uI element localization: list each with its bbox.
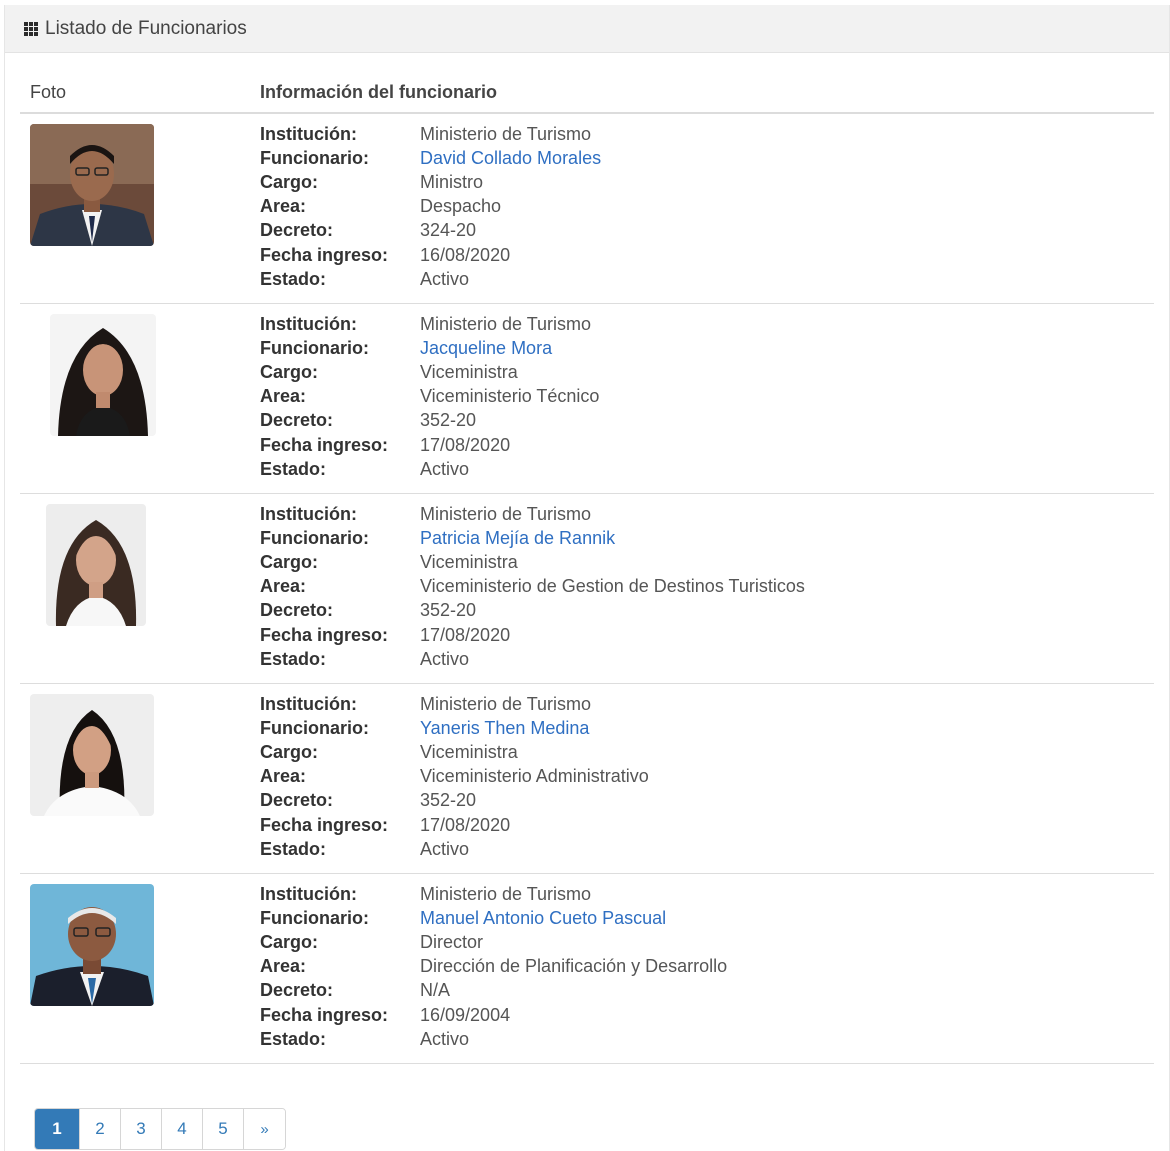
official-info: Institución: Ministerio de Turismo Funcio… xyxy=(260,882,727,1051)
official-info: Institución: Ministerio de Turismo Funcio… xyxy=(260,312,599,481)
official-info: Institución: Ministerio de Turismo Funcio… xyxy=(260,122,601,291)
official-name-link[interactable]: Yaneris Then Medina xyxy=(420,718,589,739)
label-cargo: Cargo: xyxy=(260,171,318,192)
panel-title: Listado de Funcionarios xyxy=(45,17,247,39)
page-3-button[interactable]: 3 xyxy=(120,1109,161,1149)
label-fecha: Fecha ingreso: xyxy=(260,1004,389,1025)
value-decreto: N/A xyxy=(420,980,451,1001)
table-row: Institución: Ministerio de Turismo Funcio… xyxy=(20,684,1154,874)
value-institucion: Ministerio de Turismo xyxy=(420,693,592,714)
label-institucion: Institución: xyxy=(260,693,357,714)
label-decreto: Decreto: xyxy=(260,790,334,811)
label-institucion: Institución: xyxy=(260,883,357,904)
label-fecha: Fecha ingreso: xyxy=(260,434,389,455)
official-name-link[interactable]: David Collado Morales xyxy=(420,148,601,169)
label-area: Area: xyxy=(260,576,307,597)
table-row: Institución: Ministerio de Turismo Funcio… xyxy=(20,114,1154,304)
label-fecha: Fecha ingreso: xyxy=(260,624,389,645)
page-5-button[interactable]: 5 xyxy=(202,1109,243,1149)
value-fecha: 17/08/2020 xyxy=(420,814,511,835)
value-estado: Activo xyxy=(420,838,470,859)
label-funcionario: Funcionario: xyxy=(260,717,369,738)
value-institucion: Ministerio de Turismo xyxy=(420,503,592,524)
official-info: Institución: Ministerio de Turismo Funcio… xyxy=(260,692,649,861)
official-photo xyxy=(30,694,154,816)
label-decreto: Decreto: xyxy=(260,600,334,621)
table-row: Institución: Ministerio de Turismo Funcio… xyxy=(20,494,1154,684)
label-cargo: Cargo: xyxy=(260,361,318,382)
official-name-link[interactable]: Patricia Mejía de Rannik xyxy=(420,528,615,549)
next-page-button[interactable]: » xyxy=(243,1109,285,1149)
value-area: Viceministerio de Gestion de Destinos Tu… xyxy=(420,576,805,597)
value-cargo: Viceministra xyxy=(420,741,518,762)
official-photo xyxy=(46,504,146,626)
label-cargo: Cargo: xyxy=(260,931,318,952)
label-area: Area: xyxy=(260,766,307,787)
value-decreto: 352-20 xyxy=(420,790,477,811)
label-funcionario: Funcionario: xyxy=(260,527,369,548)
label-funcionario: Funcionario: xyxy=(260,147,369,168)
pagination: 1 2 3 4 5 » xyxy=(34,1108,286,1150)
value-cargo: Ministro xyxy=(420,171,484,192)
label-area: Area: xyxy=(260,386,307,407)
official-photo xyxy=(30,884,154,1006)
official-photo xyxy=(30,124,154,246)
value-institucion: Ministerio de Turismo xyxy=(420,883,592,904)
value-fecha: 17/08/2020 xyxy=(420,434,511,455)
label-estado: Estado: xyxy=(260,838,327,859)
label-fecha: Fecha ingreso: xyxy=(260,814,389,835)
value-cargo: Viceministra xyxy=(420,361,518,382)
label-fecha: Fecha ingreso: xyxy=(260,244,389,265)
page-2-button[interactable]: 2 xyxy=(79,1109,120,1149)
label-decreto: Decreto: xyxy=(260,220,334,241)
label-funcionario: Funcionario: xyxy=(260,337,369,358)
label-decreto: Decreto: xyxy=(260,980,334,1001)
funcionarios-table: Foto Información del funcionario Institu… xyxy=(20,68,1154,1064)
value-cargo: Viceministra xyxy=(420,551,518,572)
label-cargo: Cargo: xyxy=(260,741,318,762)
table-row: Institución: Ministerio de Turismo Funcio… xyxy=(20,304,1154,494)
value-estado: Activo xyxy=(420,268,470,289)
column-header-foto: Foto xyxy=(30,82,67,102)
page-4-button[interactable]: 4 xyxy=(161,1109,202,1149)
value-estado: Activo xyxy=(420,458,470,479)
value-fecha: 16/08/2020 xyxy=(420,244,511,265)
grid-icon xyxy=(24,21,38,36)
table-row: Institución: Ministerio de Turismo Funcio… xyxy=(20,874,1154,1064)
label-institucion: Institución: xyxy=(260,503,357,524)
label-estado: Estado: xyxy=(260,648,327,669)
label-cargo: Cargo: xyxy=(260,551,318,572)
value-area: Despacho xyxy=(420,196,502,217)
label-area: Area: xyxy=(260,196,307,217)
panel-heading: Listado de Funcionarios xyxy=(5,5,1169,53)
label-estado: Estado: xyxy=(260,458,327,479)
official-info: Institución: Ministerio de Turismo Funcio… xyxy=(260,502,805,671)
label-funcionario: Funcionario: xyxy=(260,907,369,928)
value-institucion: Ministerio de Turismo xyxy=(420,313,592,334)
official-photo xyxy=(50,314,156,436)
label-decreto: Decreto: xyxy=(260,410,334,431)
table-header: Foto Información del funcionario xyxy=(20,68,1154,114)
value-area: Viceministerio Técnico xyxy=(420,386,600,407)
column-header-info: Información del funcionario xyxy=(260,82,498,102)
page-1-button[interactable]: 1 xyxy=(35,1109,79,1149)
label-estado: Estado: xyxy=(260,268,327,289)
value-fecha: 17/08/2020 xyxy=(420,624,511,645)
value-estado: Activo xyxy=(420,648,470,669)
label-institucion: Institución: xyxy=(260,123,357,144)
label-institucion: Institución: xyxy=(260,313,357,334)
value-fecha: 16/09/2004 xyxy=(420,1004,511,1025)
label-estado: Estado: xyxy=(260,1028,327,1049)
value-area: Dirección de Planificación y Desarrollo xyxy=(420,956,728,977)
value-decreto: 324-20 xyxy=(420,220,477,241)
label-area: Area: xyxy=(260,956,307,977)
value-cargo: Director xyxy=(420,931,484,952)
value-decreto: 352-20 xyxy=(420,410,477,431)
value-decreto: 352-20 xyxy=(420,600,477,621)
value-area: Viceministerio Administrativo xyxy=(420,766,649,787)
official-name-link[interactable]: Manuel Antonio Cueto Pascual xyxy=(420,908,666,929)
value-institucion: Ministerio de Turismo xyxy=(420,123,592,144)
official-name-link[interactable]: Jacqueline Mora xyxy=(420,338,552,359)
value-estado: Activo xyxy=(420,1028,470,1049)
